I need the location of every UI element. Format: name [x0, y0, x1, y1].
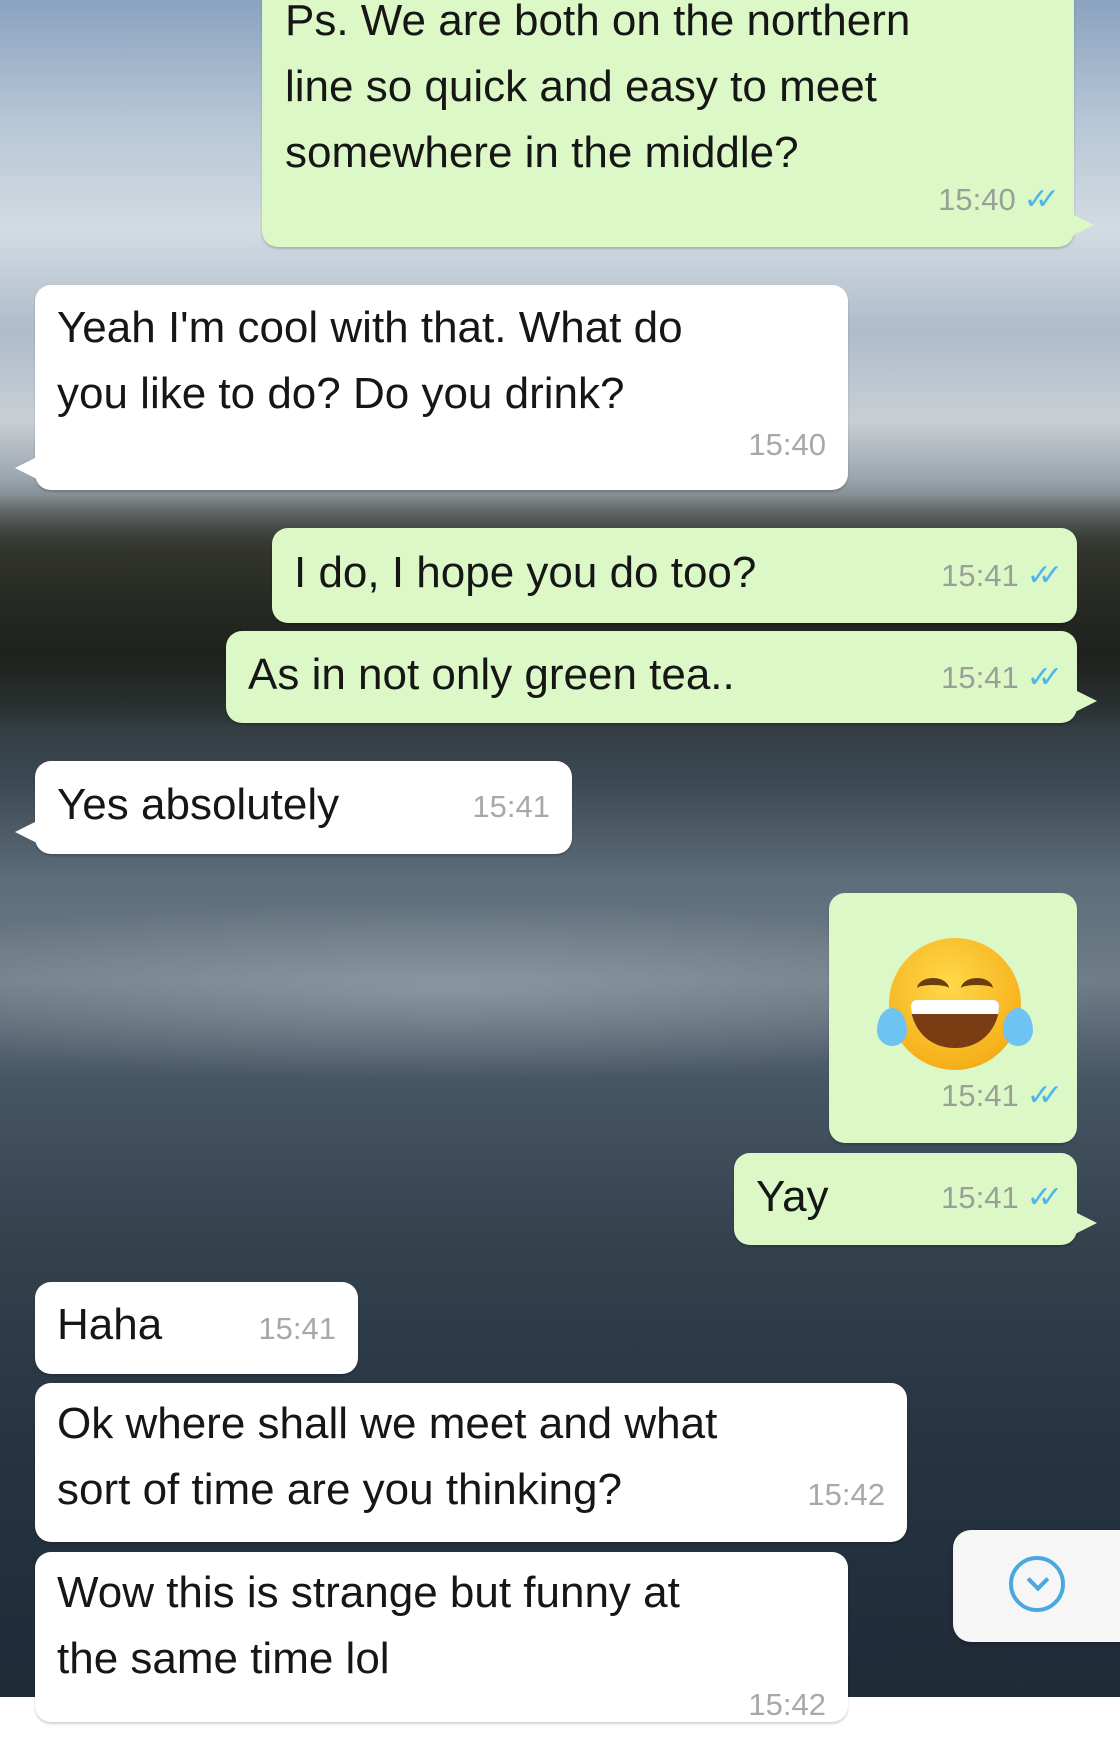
message-meta: 15:42 — [807, 1462, 885, 1528]
message-timestamp: 15:40 — [748, 427, 826, 462]
message-timestamp: 15:41 — [258, 1311, 336, 1346]
message-timestamp: 15:41 — [941, 1078, 1019, 1113]
message-timestamp: 15:41 — [472, 789, 550, 824]
message-text-line: Wow this is strange but funny at — [57, 1568, 680, 1617]
message-text-line: Haha — [57, 1300, 163, 1349]
message-bubble-incoming[interactable]: Ok where shall we meet and what sort of … — [35, 1383, 907, 1542]
message-bubble-outgoing[interactable]: Yay 15:41 ✓✓ — [734, 1153, 1097, 1245]
message-text-line: Yeah I'm cool with that. What do — [57, 303, 683, 352]
message-timestamp: 15:40 — [938, 182, 1016, 217]
message-text-line: I do, I hope you do too? — [294, 548, 757, 597]
message-text-line: sort of time are you thinking? — [57, 1465, 622, 1514]
message-meta: 15:41 ✓✓ — [941, 543, 1063, 609]
message-text-line: Yes absolutely — [57, 780, 340, 829]
message-meta: 15:41 ✓✓ — [941, 1063, 1063, 1129]
message-text-line: you like to do? Do you drink? — [57, 369, 625, 418]
message-meta: 15:41 — [258, 1296, 336, 1362]
read-ticks-icon: ✓✓ — [1023, 183, 1060, 216]
read-ticks-icon: ✓✓ — [1026, 661, 1063, 694]
read-ticks-icon: ✓✓ — [1026, 559, 1063, 592]
message-meta: 15:41 ✓✓ — [941, 645, 1063, 711]
message-bubble-outgoing[interactable]: I do, I hope you do too? 15:41 ✓✓ — [272, 528, 1077, 623]
message-timestamp: 15:41 — [941, 1180, 1019, 1215]
message-text-line: Ps. We are both on the northern — [285, 0, 911, 45]
chevron-down-circle-icon — [1009, 1556, 1065, 1612]
message-text-line: the same time lol — [57, 1634, 390, 1683]
message-bubble-incoming[interactable]: Yeah I'm cool with that. What do you lik… — [15, 285, 848, 490]
message-timestamp: 15:41 — [941, 558, 1019, 593]
message-text-line: somewhere in the middle? — [285, 128, 799, 177]
message-timestamp: 15:42 — [748, 1687, 826, 1722]
read-ticks-icon: ✓✓ — [1026, 1079, 1063, 1112]
message-bubble-outgoing[interactable]: As in not only green tea.. 15:41 ✓✓ — [226, 631, 1097, 723]
message-meta: 15:41 ✓✓ — [941, 1165, 1063, 1231]
message-timestamp: 15:42 — [807, 1477, 885, 1512]
message-timestamp: 15:41 — [941, 660, 1019, 695]
message-meta: 15:40 — [748, 412, 826, 478]
message-meta: 15:40 ✓✓ — [938, 167, 1060, 233]
message-meta: 15:42 — [748, 1672, 826, 1738]
message-bubble-incoming[interactable]: Haha 15:41 — [35, 1282, 358, 1374]
message-text-line: As in not only green tea.. — [248, 650, 735, 699]
message-bubble-outgoing[interactable]: Ps. We are both on the northern line so … — [262, 0, 1094, 247]
read-ticks-icon: ✓✓ — [1026, 1181, 1063, 1214]
scroll-to-bottom-button[interactable] — [953, 1530, 1120, 1642]
face-with-tears-of-joy-icon — [877, 938, 1033, 1070]
message-text-line: line so quick and easy to meet — [285, 62, 877, 111]
message-text-line: Yay — [756, 1172, 829, 1221]
message-bubble-incoming[interactable]: Yes absolutely 15:41 — [15, 761, 572, 854]
message-text-line: Ok where shall we meet and what — [57, 1399, 718, 1448]
message-meta: 15:41 — [472, 774, 550, 840]
message-bubble-outgoing[interactable]: 15:41 ✓✓ — [829, 893, 1077, 1143]
